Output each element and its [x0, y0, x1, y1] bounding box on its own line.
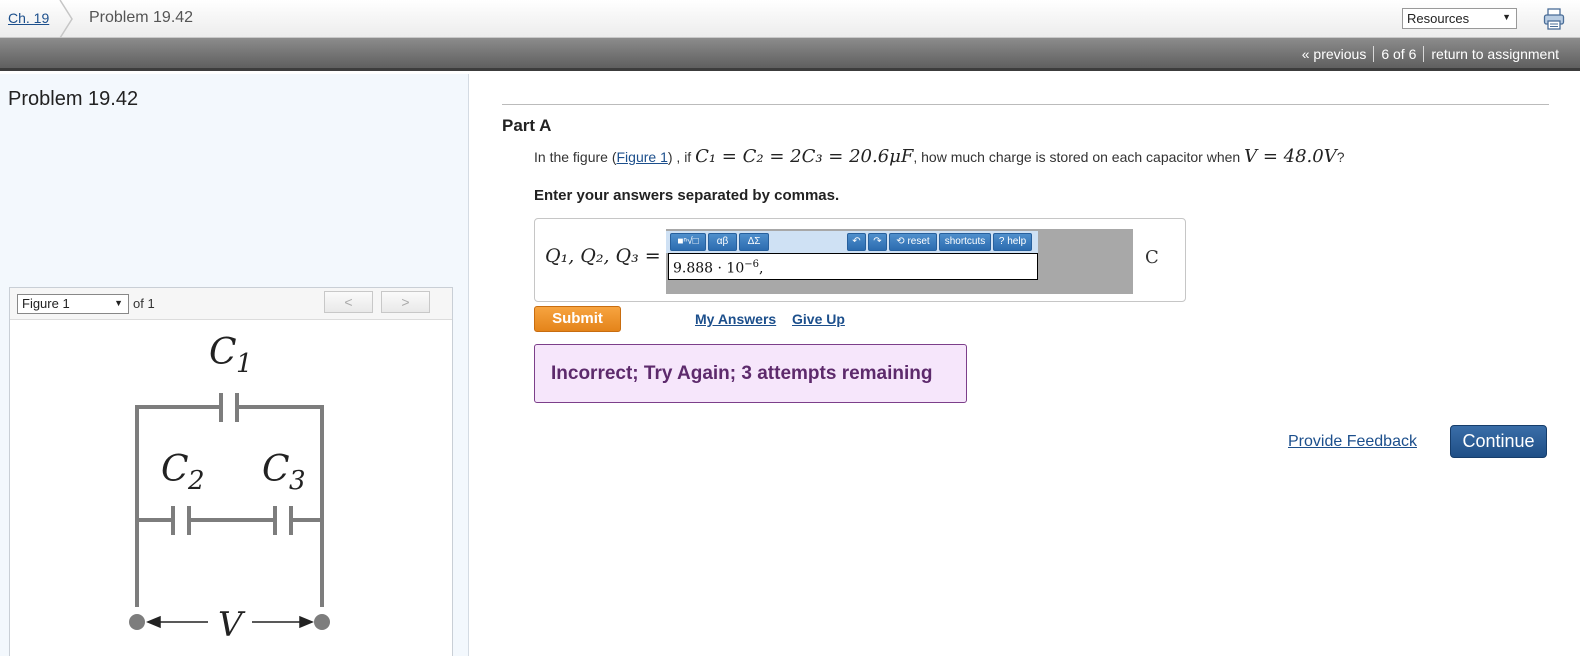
- c3-label: C: [262, 449, 290, 490]
- undo-icon[interactable]: ↶: [847, 233, 866, 251]
- question-text: In the figure (Figure 1) , if C₁ = C₂ = …: [534, 146, 1345, 167]
- continue-button[interactable]: Continue: [1450, 425, 1547, 458]
- breadcrumb-chapter-link[interactable]: Ch. 19: [8, 10, 49, 26]
- position-indicator: 6 of 6: [1381, 46, 1417, 62]
- figure-select-label: Figure 1: [22, 296, 70, 311]
- figure-link[interactable]: Figure 1: [617, 149, 668, 165]
- answer-input[interactable]: 9.888 · 10−6,: [668, 253, 1038, 280]
- section-divider: [502, 104, 1549, 105]
- redo-icon[interactable]: ↷: [868, 233, 887, 251]
- figure-previous-button[interactable]: <: [324, 291, 373, 313]
- c1-label: C: [209, 332, 237, 373]
- reset-button[interactable]: ⟲ reset: [889, 233, 937, 251]
- assignment-nav-links: « previous 6 of 6 return to assignment: [1295, 46, 1566, 62]
- terminal-dot: [314, 614, 330, 630]
- answer-box: Q₁, Q₂, Q₃ = ■ⁿ√□ αβ ΔΣ ↶ ↷ ⟲ reset shor…: [534, 218, 1186, 302]
- c2-subscript: 2: [187, 466, 205, 496]
- answer-unit: C: [1145, 247, 1159, 268]
- previous-link[interactable]: « previous: [1295, 46, 1374, 62]
- answer-input-exponent: −6: [744, 259, 759, 270]
- resources-select[interactable]: Resources ▼: [1402, 8, 1517, 29]
- help-label: help: [1007, 236, 1027, 247]
- answer-instruction: Enter your answers separated by commas.: [534, 187, 840, 204]
- c1-subscript: 1: [236, 349, 253, 379]
- figure-toolbar: Figure 1 ▼ of 1 < >: [10, 288, 452, 320]
- help-icon: ?: [998, 236, 1005, 247]
- problem-title: Problem 19.42: [8, 88, 139, 110]
- figure-panel: Figure 1 ▼ of 1 < > C 1 C 2 C 3 V: [9, 287, 453, 656]
- give-up-link[interactable]: Give Up: [792, 311, 845, 327]
- top-bar: Ch. 19 Problem 19.42 Resources ▼: [0, 0, 1580, 38]
- return-to-assignment-link[interactable]: return to assignment: [1424, 46, 1566, 62]
- math-editor: ■ⁿ√□ αβ ΔΣ ↶ ↷ ⟲ reset shortcuts ? help …: [666, 229, 1133, 294]
- chevron-down-icon: ▼: [114, 298, 123, 308]
- assignment-nav-bar: « previous 6 of 6 return to assignment: [0, 38, 1580, 71]
- question-prefix: In the figure (: [534, 149, 617, 165]
- figure-select[interactable]: Figure 1 ▼: [17, 294, 129, 314]
- templates-button[interactable]: ■ⁿ√□: [670, 233, 706, 251]
- question-mid2: , how much charge is stored on each capa…: [913, 149, 1245, 165]
- problem-sidebar: Problem 19.42 Figure 1 ▼ of 1 < > C 1 C …: [0, 74, 469, 656]
- figure-next-button[interactable]: >: [381, 291, 430, 313]
- submit-button[interactable]: Submit: [534, 306, 621, 332]
- resources-select-label: Resources: [1407, 11, 1470, 26]
- help-button[interactable]: ? help: [993, 233, 1032, 251]
- voltage-label: V: [218, 605, 246, 645]
- circuit-diagram: C 1 C 2 C 3 V: [129, 332, 330, 645]
- symbols-button[interactable]: ΔΣ: [739, 233, 769, 251]
- my-answers-link[interactable]: My Answers: [695, 311, 776, 327]
- reset-icon: ⟲: [896, 236, 905, 247]
- c2-label: C: [161, 449, 189, 490]
- breadcrumb-problem-title: Problem 19.42: [89, 9, 194, 26]
- shortcuts-button[interactable]: shortcuts: [939, 233, 991, 251]
- reset-label: reset: [907, 236, 930, 247]
- greek-letters-button[interactable]: αβ: [708, 233, 737, 251]
- answer-input-base: 9.888 · 10: [673, 260, 745, 277]
- editor-toolbar: ■ⁿ√□ αβ ΔΣ ↶ ↷ ⟲ reset shortcuts ? help: [666, 231, 1038, 253]
- terminal-dot: [129, 614, 145, 630]
- incorrect-feedback-message: Incorrect; Try Again; 3 attempts remaini…: [534, 344, 967, 403]
- breadcrumb-separator-icon: [59, 0, 73, 38]
- figure-count: of 1: [133, 296, 155, 311]
- answer-input-tail: ,: [759, 260, 764, 277]
- voltage-expression: V = 48.0V: [1244, 146, 1337, 167]
- chevron-down-icon: ▼: [1502, 12, 1511, 22]
- print-icon[interactable]: [1543, 8, 1565, 30]
- answer-variable-label: Q₁, Q₂, Q₃ =: [545, 245, 661, 267]
- c3-subscript: 3: [289, 466, 306, 496]
- question-mid: ) , if: [667, 149, 696, 165]
- question-end: ?: [1336, 149, 1345, 165]
- provide-feedback-link[interactable]: Provide Feedback: [1288, 433, 1417, 451]
- capacitance-expression: C₁ = C₂ = 2C₃ = 20.6μF: [695, 146, 914, 167]
- part-title: Part A: [502, 116, 552, 135]
